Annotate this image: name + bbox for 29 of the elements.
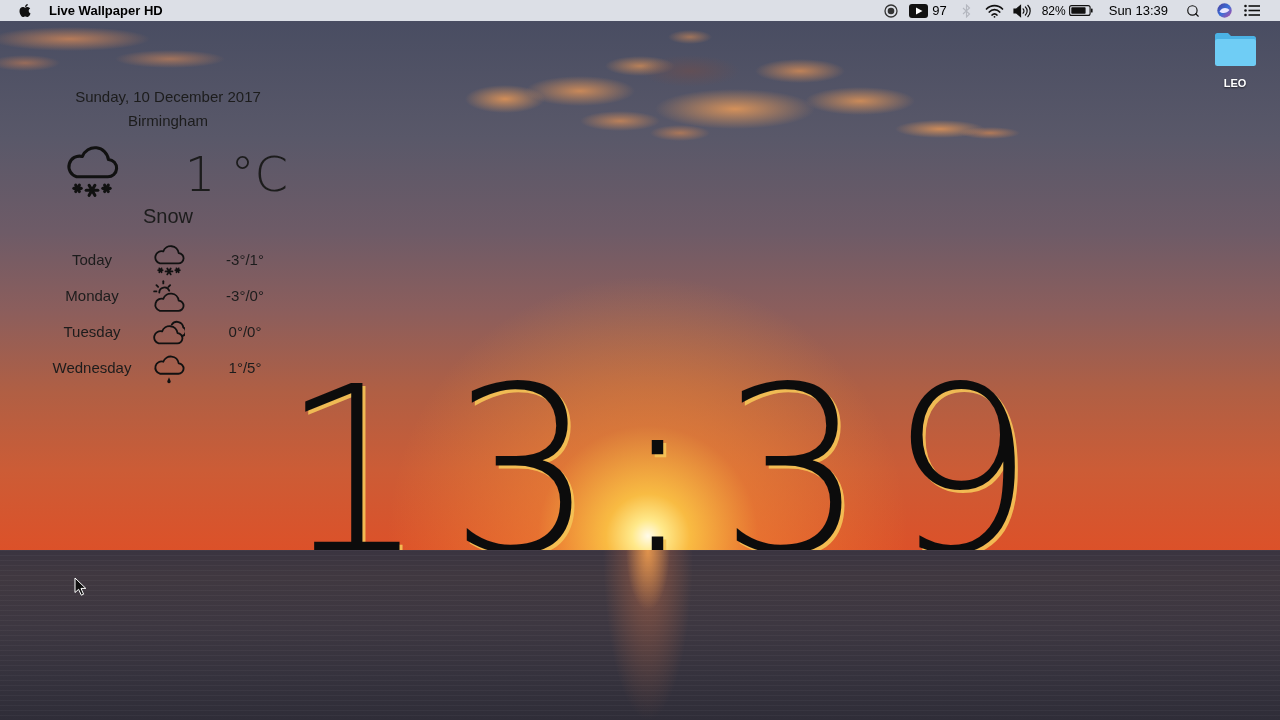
list-icon[interactable] [1244, 4, 1260, 17]
city-text: Birmingham [128, 111, 208, 131]
current-temperature: 1 °C [184, 150, 288, 198]
forecast-day: Wednesday [52, 356, 132, 380]
battery-percentage: 82% [1041, 2, 1066, 20]
volume-icon[interactable] [1012, 3, 1033, 18]
forecast-temperature-range: -3°/0° [226, 285, 264, 306]
forecast-day: Monday [65, 284, 119, 308]
forecast-temperature-range: 0°/0° [228, 321, 262, 342]
forecast-day: Tuesday [63, 320, 121, 344]
battery-icon[interactable] [1068, 5, 1093, 16]
video-count: 97 [932, 1, 947, 20]
menu-bar-clock[interactable]: Sun 13:39 [1108, 0, 1168, 21]
folder-icon[interactable] [1213, 32, 1257, 67]
app-menu-title[interactable]: Live Wallpaper HD [49, 0, 163, 21]
record-icon[interactable] [884, 3, 899, 18]
large-clock-time: 13:39 [280, 373, 1058, 569]
forecast-temperature-range: -3°/1° [226, 249, 264, 270]
wifi-icon[interactable] [984, 3, 1004, 18]
orb-icon[interactable] [1217, 3, 1232, 18]
search-icon[interactable] [1186, 3, 1200, 18]
forecast-day: Today [72, 248, 112, 272]
weather-condition: Snow [143, 204, 193, 228]
forecast-temperature-range: 1°/5° [228, 357, 262, 378]
mouse-pointer-icon [74, 577, 87, 596]
date-text: Sunday, 10 December 2017 [75, 87, 261, 107]
play-icon[interactable] [909, 3, 929, 18]
apple-logo-icon[interactable] [18, 3, 32, 18]
folder-label[interactable]: LEO [1223, 75, 1247, 92]
